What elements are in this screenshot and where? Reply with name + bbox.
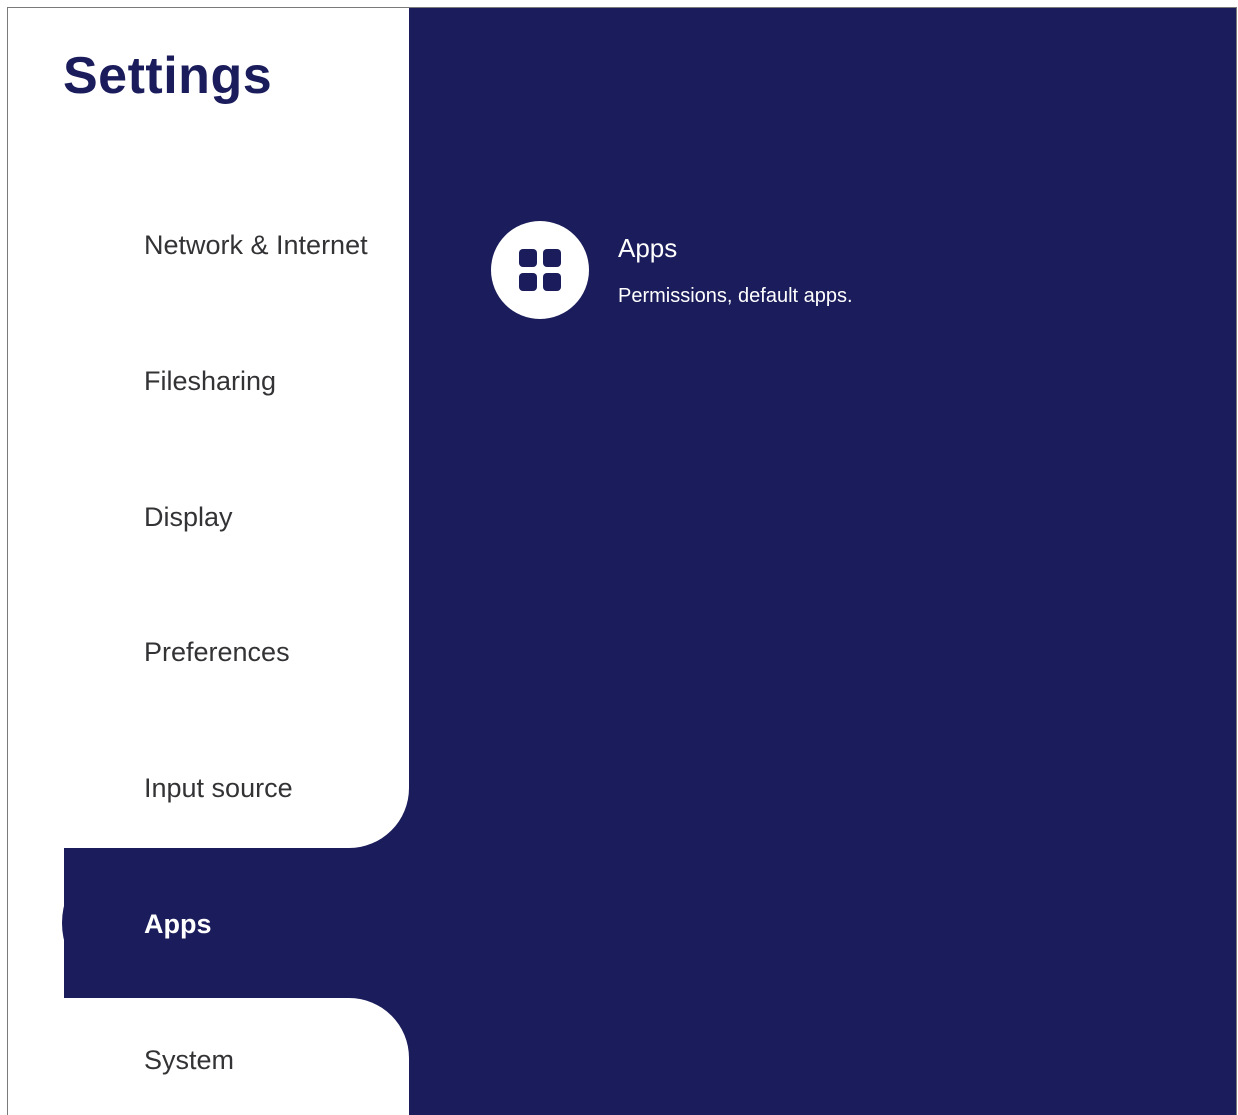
- apps-icon-circle: [491, 221, 589, 319]
- sidebar-item-filesharing[interactable]: Filesharing: [144, 366, 276, 397]
- apps-entry-subtitle: Permissions, default apps.: [618, 285, 853, 307]
- apps-settings-entry[interactable]: Apps Permissions, default apps.: [491, 221, 991, 321]
- sidebar-panel-upper: [8, 8, 409, 848]
- sidebar-item-network-internet[interactable]: Network & Internet: [144, 230, 368, 261]
- screen: Settings Network & Internet Filesharing …: [0, 0, 1238, 1115]
- sidebar-item-preferences[interactable]: Preferences: [144, 637, 290, 668]
- settings-window: Settings Network & Internet Filesharing …: [7, 7, 1237, 1115]
- sidebar-item-apps[interactable]: Apps: [144, 909, 212, 940]
- sidebar-item-display[interactable]: Display: [144, 502, 233, 533]
- sidebar: Settings Network & Internet Filesharing …: [8, 8, 482, 1115]
- apps-entry-title: Apps: [618, 233, 678, 263]
- page-title: Settings: [63, 47, 273, 105]
- selected-item-highlight: [62, 848, 482, 998]
- sidebar-item-input-source[interactable]: Input source: [144, 773, 293, 804]
- apps-grid-icon: [519, 249, 561, 291]
- sidebar-item-system[interactable]: System: [144, 1045, 234, 1076]
